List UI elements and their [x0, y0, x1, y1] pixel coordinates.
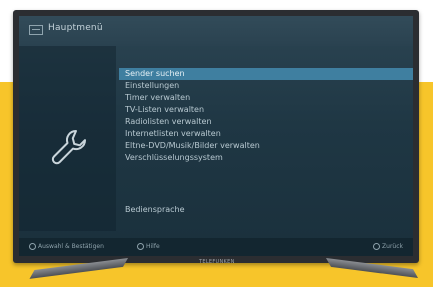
- hint-ok-label: Auswahl & Bestätigen: [38, 243, 104, 250]
- menu-item-tv-listen[interactable]: TV-Listen verwalten: [119, 104, 413, 116]
- main-menu-list: Sender suchen Einstellungen Timer verwal…: [119, 68, 413, 164]
- menu-item-sender-suchen[interactable]: Sender suchen: [119, 68, 413, 80]
- ok-button-icon: [29, 243, 36, 250]
- title-bar: Hauptmenü: [19, 16, 413, 46]
- menu-item-media[interactable]: Eltne-DVD/Musik/Bilder verwalten: [119, 140, 413, 152]
- hint-help: Hilfe: [137, 242, 160, 252]
- scene: Hauptmenü Sender suchen Einstellungen Ti…: [0, 0, 433, 287]
- menu-item-timer[interactable]: Timer verwalten: [119, 92, 413, 104]
- hint-back: Zurück: [373, 242, 403, 252]
- info-button-icon: [137, 243, 144, 250]
- back-button-icon: [373, 243, 381, 250]
- hint-back-label: Zurück: [382, 243, 403, 250]
- hint-help-label: Hilfe: [146, 243, 160, 250]
- menu-icon: [29, 25, 43, 35]
- menu-item-internetlisten[interactable]: Internetlisten verwalten: [119, 128, 413, 140]
- wrench-icon: [51, 129, 87, 165]
- tv-brand-logo: TELEFUNKEN: [199, 259, 235, 265]
- tv-screen: Hauptmenü Sender suchen Einstellungen Ti…: [19, 16, 413, 256]
- menu-item-einstellungen[interactable]: Einstellungen: [119, 80, 413, 92]
- menu-item-radiolisten[interactable]: Radiolisten verwalten: [119, 116, 413, 128]
- hint-ok: Auswahl & Bestätigen: [29, 242, 104, 252]
- screen-title: Hauptmenü: [48, 23, 103, 33]
- bottom-hint-bar: Auswahl & Bestätigen Hilfe Zurück: [19, 238, 413, 256]
- tv-frame: Hauptmenü Sender suchen Einstellungen Ti…: [13, 10, 419, 265]
- menu-item-verschluesselung[interactable]: Verschlüsselungssystem: [119, 152, 413, 164]
- menu-item-bediensprache[interactable]: Bediensprache: [119, 204, 413, 216]
